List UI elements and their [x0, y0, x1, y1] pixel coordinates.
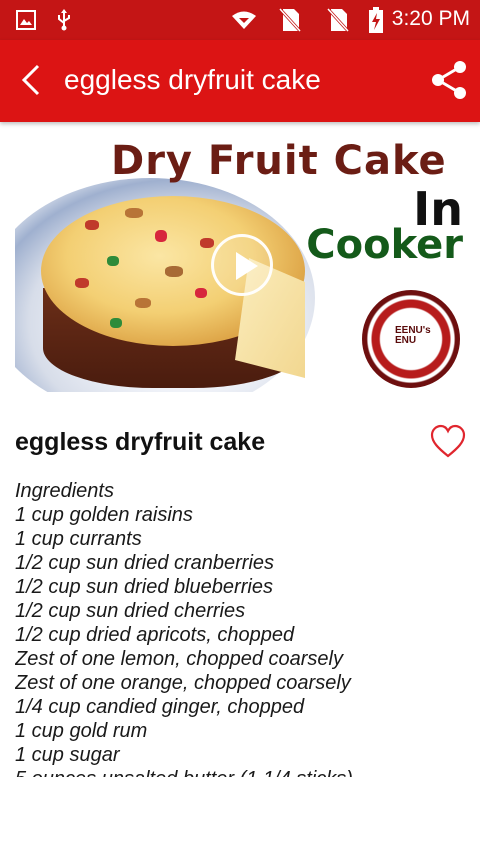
list-item: 1/4 cup candied ginger, chopped — [15, 696, 305, 718]
list-item: Zest of one orange, chopped coarsely — [15, 672, 351, 694]
list-item: 1 cup gold rum — [15, 720, 148, 742]
list-item: 1/2 cup dried apricots, chopped — [15, 624, 295, 646]
image-icon — [14, 8, 38, 32]
list-item: Ingredients — [15, 480, 114, 502]
channel-logo-text: EENU's ENU — [395, 326, 431, 346]
list-item: 1 cup currants — [15, 528, 142, 550]
heart-outline-icon[interactable] — [430, 424, 466, 460]
fruit-piece — [107, 256, 119, 266]
share-icon[interactable] — [428, 58, 472, 102]
app-bar: eggless dryfruit cake — [0, 40, 480, 122]
fruit-piece — [75, 278, 89, 288]
video-thumbnail[interactable]: Dry Fruit Cake In Cooker EENU's ENU — [15, 138, 465, 392]
usb-icon — [52, 8, 76, 32]
list-item: 1 cup golden raisins — [15, 504, 193, 526]
battery-charging-icon — [364, 7, 388, 33]
list-item: 1 cup sugar — [15, 744, 120, 766]
thumbnail-title-line1: Dry Fruit Cake — [111, 138, 447, 184]
no-sim-icon — [278, 8, 302, 32]
fruit-piece — [165, 266, 183, 277]
fruit-piece — [85, 220, 99, 230]
back-chevron-icon[interactable] — [14, 62, 50, 98]
list-item: 5 ounces unsalted butter (1 1/4 sticks) — [15, 767, 470, 777]
fruit-piece — [125, 208, 143, 218]
fruit-piece — [135, 298, 151, 308]
fruit-piece — [110, 318, 122, 328]
status-time: 3:20 PM — [391, 7, 470, 30]
fruit-piece — [195, 288, 207, 298]
fruit-piece — [155, 230, 167, 242]
list-item: 1/2 cup sun dried blueberries — [15, 576, 273, 598]
recipe-title: eggless dryfruit cake — [15, 428, 266, 456]
thumbnail-title-line3: Cooker — [306, 222, 463, 268]
list-item: 1/2 cup sun dried cherries — [15, 600, 246, 622]
fruit-piece — [200, 238, 214, 248]
wifi-icon — [230, 8, 258, 32]
ingredients-list: Ingredients 1 cup golden raisins 1 cup c… — [15, 479, 470, 777]
logo-text-line2: ENU — [395, 335, 417, 346]
list-item: 1/2 cup sun dried cranberries — [15, 552, 275, 574]
status-bar: 3:20 PM — [0, 0, 480, 40]
app-bar-title: eggless dryfruit cake — [64, 64, 321, 95]
no-sim-icon — [326, 8, 350, 32]
list-item: Zest of one lemon, chopped coarsely — [15, 648, 343, 670]
play-icon[interactable] — [211, 234, 273, 296]
